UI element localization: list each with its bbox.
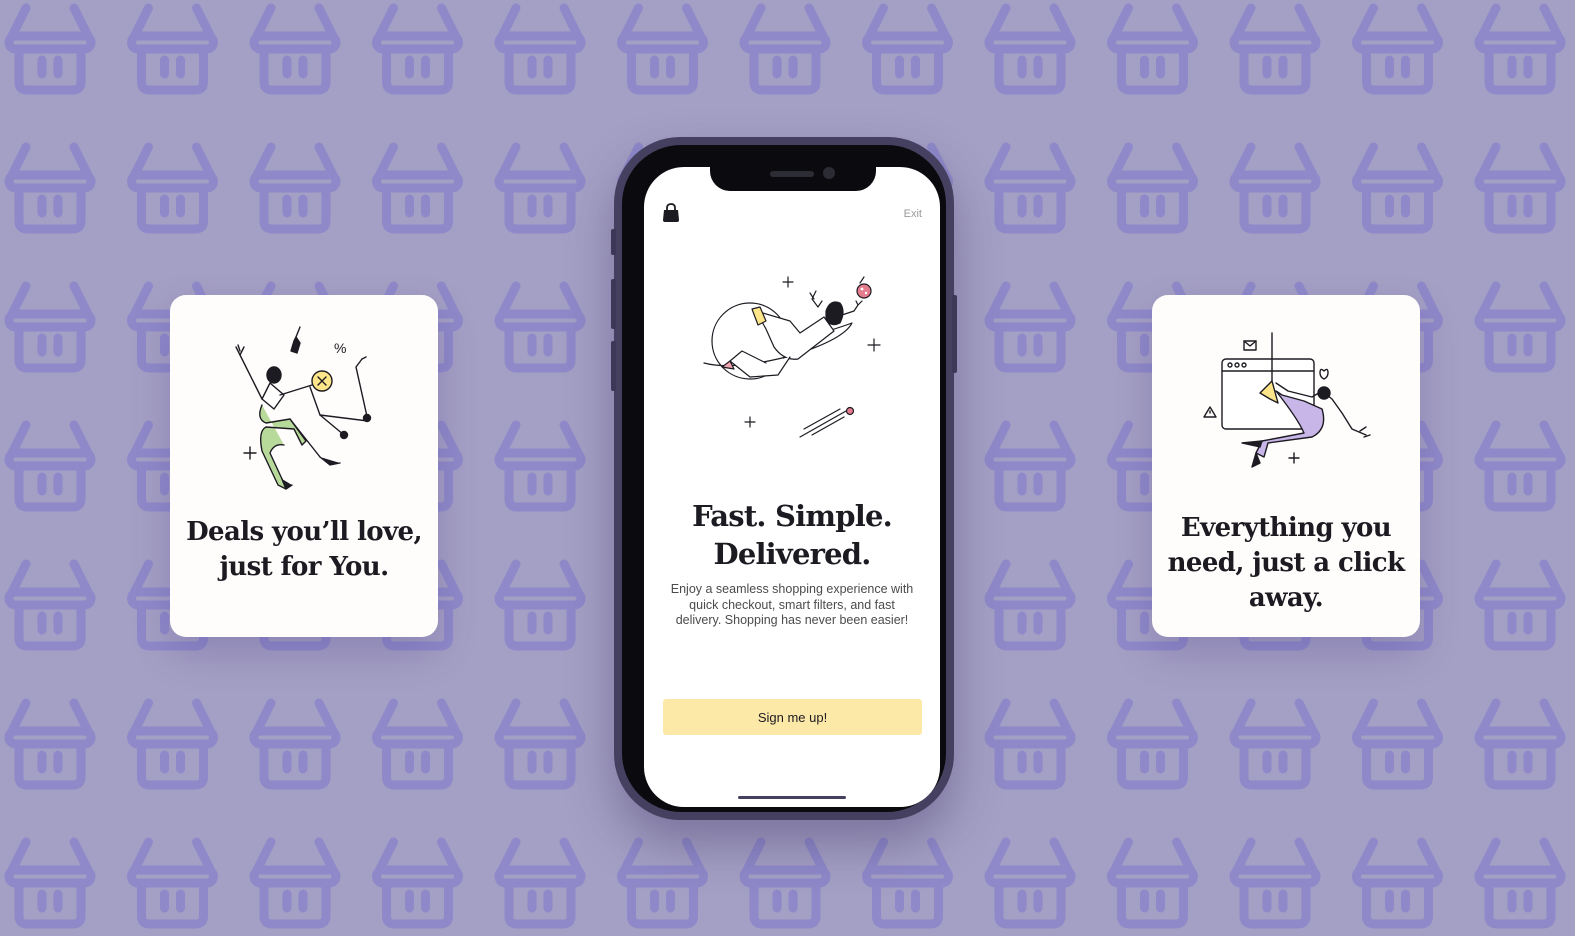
basket-pattern-icon: [1357, 842, 1439, 924]
left-feature-card: % Deals you’ll love, just for You.: [170, 295, 438, 637]
basket-pattern-icon: [254, 8, 336, 90]
basket-pattern-icon: [1112, 703, 1194, 785]
woman-with-shopping-cart-icon: %: [235, 326, 372, 490]
phone-volume-up-button: [611, 279, 616, 329]
hero-title-line2: Delivered.: [713, 537, 871, 571]
basket-pattern-icon: [9, 425, 91, 507]
basket-pattern-icon: [9, 564, 91, 646]
basket-pattern-icon: [867, 8, 949, 90]
basket-pattern-icon: [1234, 147, 1316, 229]
phone-silent-switch: [611, 229, 616, 255]
basket-pattern-icon: [499, 703, 581, 785]
basket-pattern-icon: [377, 147, 459, 229]
basket-pattern-icon: [499, 842, 581, 924]
basket-pattern-icon: [1112, 842, 1194, 924]
astronaut-floating-with-planet-icon: [703, 276, 881, 438]
basket-pattern-icon: [1112, 8, 1194, 90]
basket-pattern-icon: [989, 425, 1071, 507]
exit-link[interactable]: Exit: [904, 208, 922, 220]
basket-pattern-icon: [989, 842, 1071, 924]
basket-pattern-icon: [132, 703, 214, 785]
shopping-bag-icon[interactable]: [662, 203, 680, 223]
basket-pattern-icon: [9, 147, 91, 229]
app-screen: Exit Fast. Simple. Delivered. Enjoy a se…: [644, 167, 940, 807]
basket-pattern-icon: [744, 842, 826, 924]
basket-pattern-icon: [254, 842, 336, 924]
home-indicator[interactable]: [738, 796, 846, 799]
basket-pattern-icon: [989, 564, 1071, 646]
basket-pattern-icon: [867, 842, 949, 924]
basket-pattern-icon: [1357, 703, 1439, 785]
basket-pattern-icon: [254, 147, 336, 229]
basket-pattern-icon: [1479, 564, 1561, 646]
basket-pattern-icon: [132, 842, 214, 924]
basket-pattern-icon: [377, 8, 459, 90]
basket-pattern-icon: [1234, 703, 1316, 785]
basket-pattern-icon: [989, 147, 1071, 229]
basket-pattern-icon: [499, 564, 581, 646]
speaker-grille: [770, 171, 814, 177]
hero-title-line1: Fast. Simple.: [692, 499, 893, 533]
basket-pattern-icon: [1112, 147, 1194, 229]
hero-description-line2: quick checkout, smart filters, and fast: [689, 597, 895, 612]
right-card-title-line3: away.: [1248, 583, 1324, 613]
phone-volume-down-button: [611, 341, 616, 391]
basket-pattern-icon: [622, 8, 704, 90]
basket-pattern-icon: [1479, 147, 1561, 229]
hero-description-line3: delivery. Shopping has never been easier…: [675, 613, 909, 627]
basket-pattern-icon: [1357, 8, 1439, 90]
front-camera: [823, 167, 835, 179]
basket-pattern-icon: [254, 703, 336, 785]
left-card-title-line1: Deals you’ll love,: [186, 517, 422, 547]
basket-pattern-icon: [1479, 425, 1561, 507]
right-card-title-line2: need, just a click: [1167, 548, 1405, 578]
basket-pattern-icon: [9, 8, 91, 90]
basket-pattern-icon: [1234, 8, 1316, 90]
basket-pattern-icon: [744, 8, 826, 90]
basket-pattern-icon: [499, 286, 581, 368]
person-with-browser-cursor-icon: [1203, 332, 1371, 468]
basket-pattern-icon: [9, 286, 91, 368]
basket-pattern-icon: [1357, 147, 1439, 229]
basket-pattern-icon: [9, 703, 91, 785]
phone-notch: [710, 167, 876, 191]
basket-pattern-icon: [499, 147, 581, 229]
basket-pattern-icon: [1479, 842, 1561, 924]
basket-pattern-icon: [1479, 286, 1561, 368]
phone-power-button: [952, 295, 957, 373]
basket-pattern-icon: [377, 703, 459, 785]
basket-pattern-icon: [9, 842, 91, 924]
basket-pattern-icon: [1479, 8, 1561, 90]
basket-pattern-icon: [1479, 703, 1561, 785]
sign-up-button[interactable]: Sign me up!: [663, 699, 922, 735]
basket-pattern-icon: [499, 425, 581, 507]
basket-pattern-icon: [499, 8, 581, 90]
hero-description-line1: Enjoy a seamless shopping experience wit…: [670, 582, 914, 596]
basket-pattern-icon: [132, 147, 214, 229]
basket-pattern-icon: [989, 703, 1071, 785]
phone-mockup: Exit Fast. Simple. Delivered. Enjoy a se…: [611, 137, 957, 820]
basket-pattern-icon: [622, 842, 704, 924]
right-feature-card: Everything you need, just a click away.: [1152, 295, 1420, 637]
phone-bezel: Exit Fast. Simple. Delivered. Enjoy a se…: [622, 145, 946, 812]
basket-pattern-icon: [1234, 842, 1316, 924]
right-card-title-line1: Everything you: [1180, 513, 1392, 543]
basket-pattern-icon: [132, 8, 214, 90]
left-card-title-line2: just for You.: [219, 552, 389, 582]
basket-pattern-icon: [989, 286, 1071, 368]
basket-pattern-icon: [989, 8, 1071, 90]
basket-pattern-icon: [377, 842, 459, 924]
svg-text:%: %: [334, 340, 346, 356]
